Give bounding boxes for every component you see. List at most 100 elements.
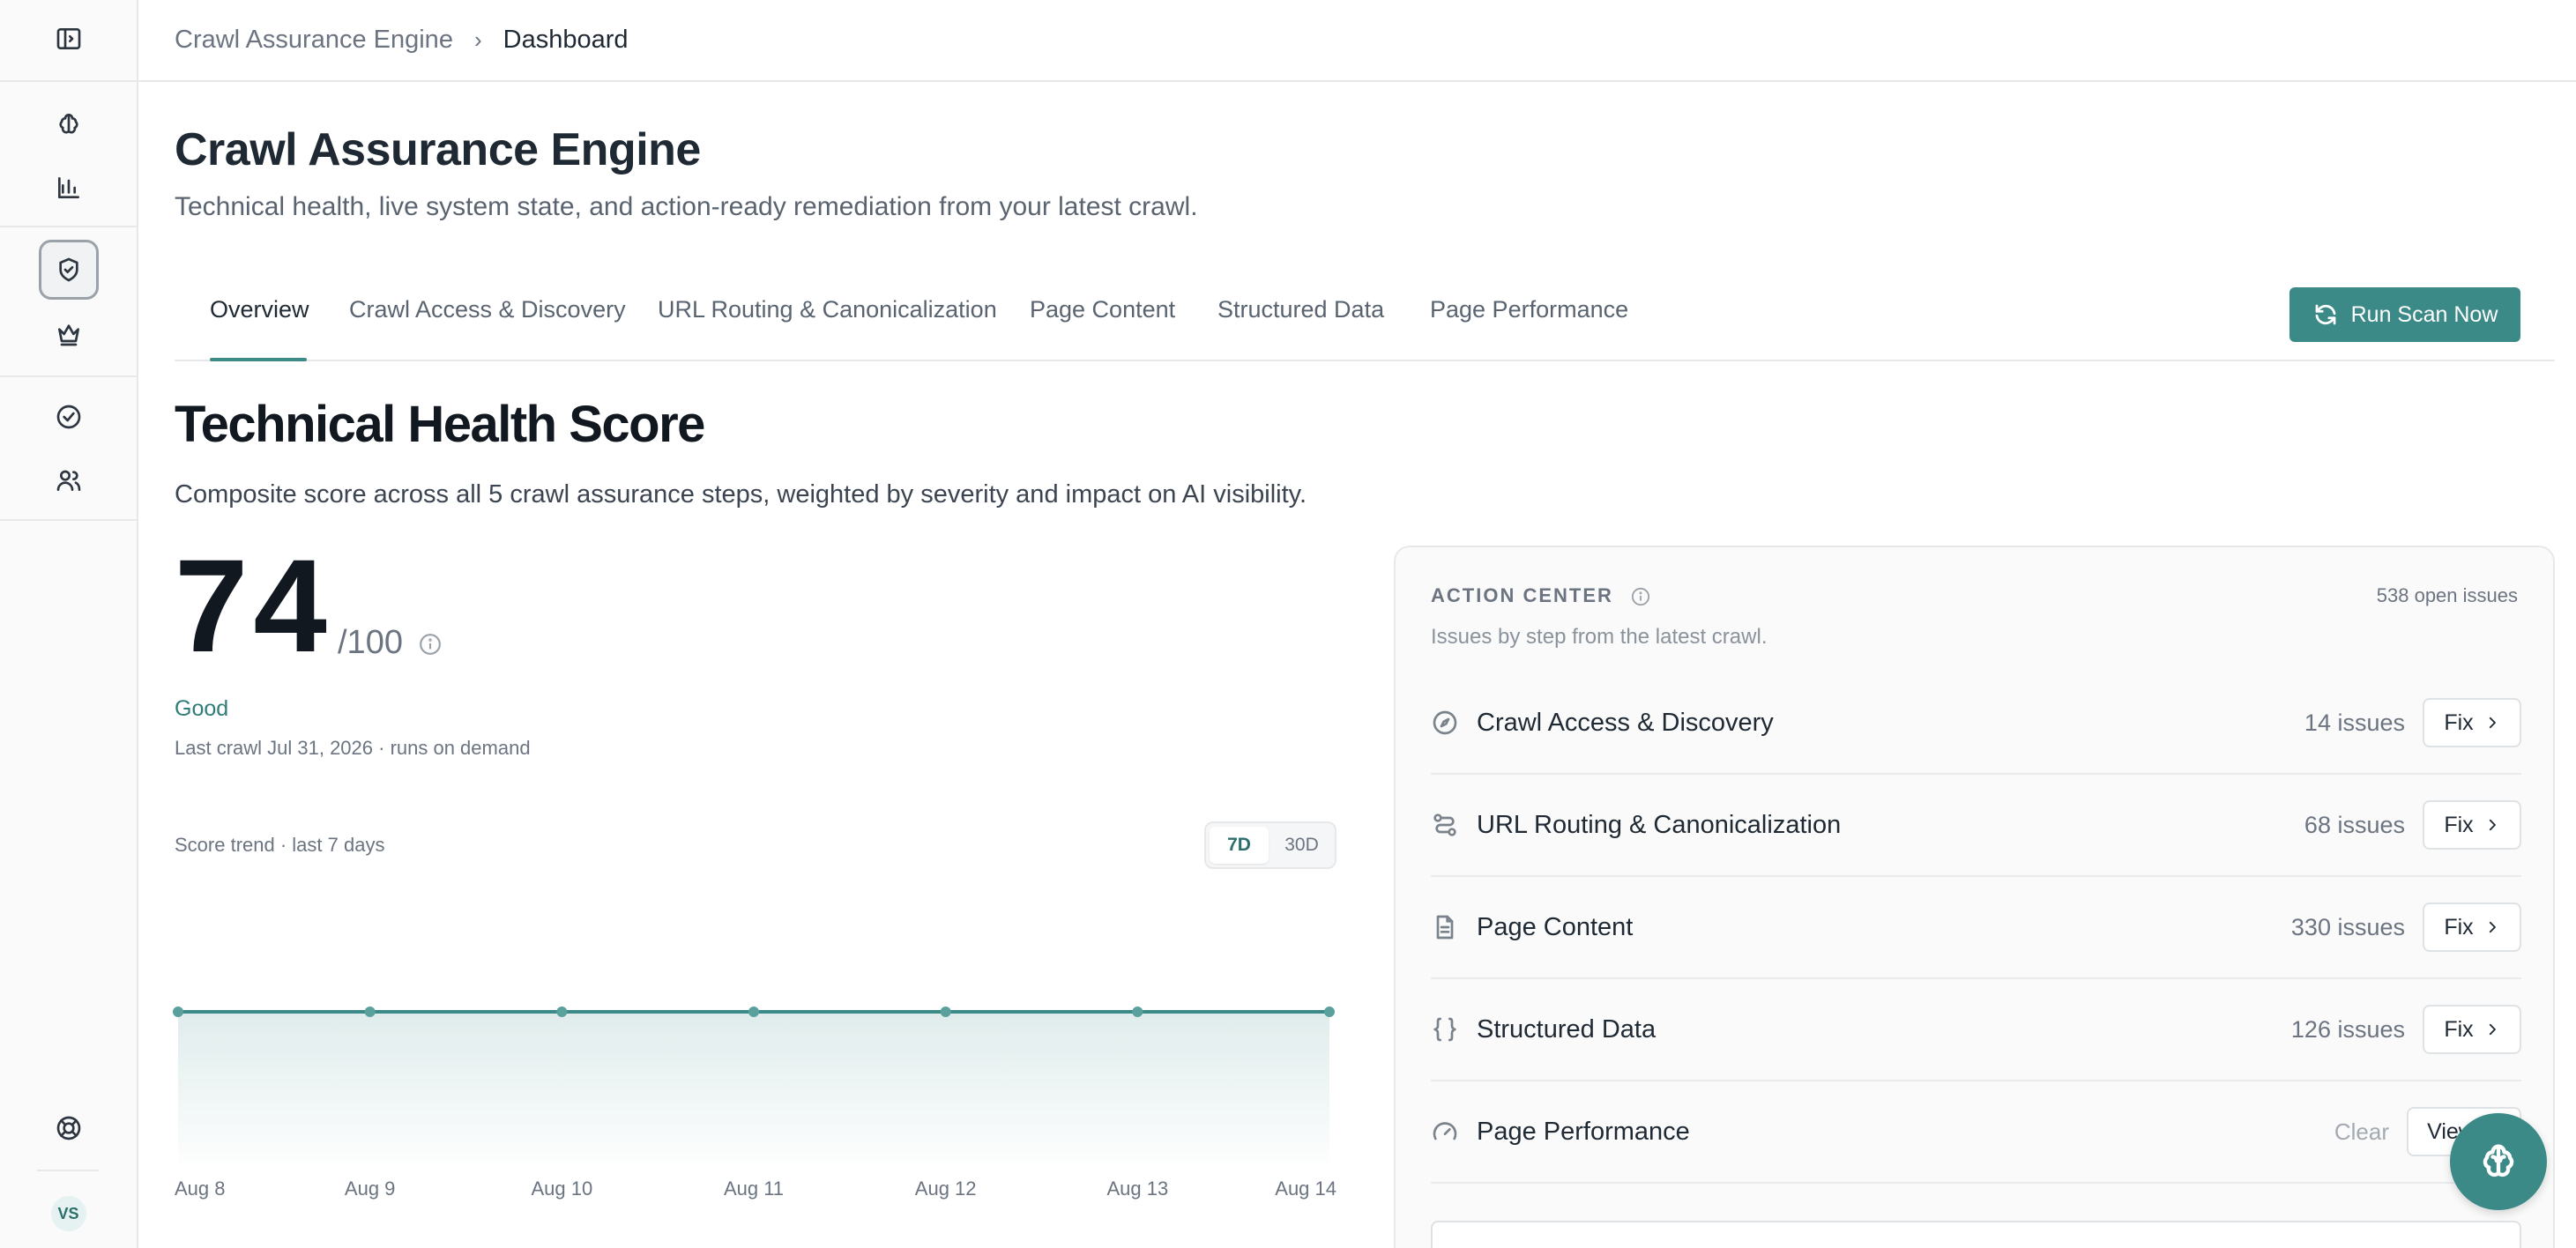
breadcrumb-current: Dashboard xyxy=(503,26,629,54)
last-crawl: Last crawl Jul 31, 2026 · runs on demand xyxy=(175,737,531,759)
page-subtitle: Technical health, live system state, and… xyxy=(175,192,1198,221)
brain-icon xyxy=(2483,1144,2514,1177)
action-row-name: Page Content xyxy=(1477,912,1634,941)
route-icon xyxy=(1431,811,1459,839)
action-row-issues: 68 issues xyxy=(2304,811,2405,838)
fix-button[interactable]: Fix xyxy=(2423,903,2521,952)
lifebuoy-icon[interactable] xyxy=(51,1111,86,1146)
chevron-right-icon xyxy=(2489,717,2496,729)
x-tick-label: Aug 14 xyxy=(1275,1177,1336,1200)
action-row-name: Page Performance xyxy=(1477,1117,1690,1146)
action-row-url-routing: URL Routing & Canonicalization 68 issues… xyxy=(1431,775,2521,877)
fix-label: Fix xyxy=(2444,812,2474,837)
score-trend-chart: Aug 8 Aug 9 Aug 10 Aug 11 Aug 12 Aug 13 Aug 14 xyxy=(168,899,1349,1234)
fix-label: Fix xyxy=(2444,1016,2474,1042)
fix-button[interactable]: Fix xyxy=(2423,800,2521,850)
action-row-issues: 126 issues xyxy=(2290,1015,2405,1043)
assistant-fab[interactable] xyxy=(2450,1113,2547,1210)
sidebar-divider xyxy=(0,519,137,521)
sidebar-toggle-row xyxy=(0,21,137,56)
top-bar: Crawl Assurance Engine › Dashboard xyxy=(138,0,2576,82)
fix-label: Fix xyxy=(2444,914,2474,940)
action-center: ACTION CENTER 538 open issues Issues by … xyxy=(1394,546,2555,1248)
trend-point[interactable] xyxy=(1324,1007,1335,1017)
refresh-icon xyxy=(2315,304,2335,325)
trend-point[interactable] xyxy=(364,1007,376,1017)
braces-icon xyxy=(1431,1015,1459,1044)
action-row-page-content: Page Content 330 issues Fix xyxy=(1431,877,2521,979)
chevron-right-icon xyxy=(2489,921,2496,933)
action-row-status: Clear xyxy=(2334,1118,2389,1145)
page-title: Crawl Assurance Engine xyxy=(175,124,701,175)
breadcrumb-root[interactable]: Crawl Assurance Engine xyxy=(175,26,453,55)
action-row-name: URL Routing & Canonicalization xyxy=(1477,810,1842,839)
action-row-issues: 14 issues xyxy=(2304,709,2405,736)
x-tick-label: Aug 10 xyxy=(531,1177,592,1200)
trend-area xyxy=(178,1012,1329,1163)
action-center-footer-button[interactable] xyxy=(1431,1221,2521,1248)
health-score-max: /100 xyxy=(338,624,403,661)
run-scan-label: Run Scan Now xyxy=(2350,301,2498,327)
open-issues-count: 538 open issues xyxy=(2376,584,2518,606)
tab-page-content[interactable]: Page Content xyxy=(1030,296,1175,323)
action-center-subtitle: Issues by step from the latest crawl. xyxy=(1431,625,1768,649)
action-row-crawl-access: Crawl Access & Discovery 14 issues Fix xyxy=(1431,672,2521,775)
active-tab-indicator xyxy=(210,358,307,361)
tab-overview[interactable]: Overview xyxy=(210,296,309,323)
action-center-title: ACTION CENTER xyxy=(1431,584,1650,607)
gauge-icon xyxy=(1431,1118,1459,1146)
brain-icon[interactable] xyxy=(51,107,86,142)
action-center-title-text: ACTION CENTER xyxy=(1431,584,1613,606)
avatar[interactable]: VS xyxy=(50,1196,86,1231)
x-tick-label: Aug 12 xyxy=(915,1177,977,1200)
run-scan-button[interactable]: Run Scan Now xyxy=(2289,287,2520,342)
sidebar-divider xyxy=(0,226,137,227)
sidebar-divider xyxy=(0,80,137,82)
sidebar-toggle-icon[interactable] xyxy=(51,21,86,56)
health-subtitle: Composite score across all 5 crawl assur… xyxy=(175,480,1307,509)
compass-icon xyxy=(1431,709,1459,737)
action-row-issues: 330 issues xyxy=(2290,913,2405,940)
health-title: Technical Health Score xyxy=(175,396,705,453)
fix-button[interactable]: Fix xyxy=(2423,1005,2521,1054)
range-30d[interactable]: 30D xyxy=(1272,827,1331,864)
crown-icon[interactable] xyxy=(51,316,86,352)
chevron-right-icon xyxy=(2489,819,2496,831)
check-circle-icon[interactable] xyxy=(51,399,86,435)
bar-chart-icon[interactable] xyxy=(51,170,86,205)
chevron-right-icon: › xyxy=(473,26,482,53)
document-icon xyxy=(1431,913,1459,941)
tab-url-routing[interactable]: URL Routing & Canonicalization xyxy=(658,296,997,323)
trend-point[interactable] xyxy=(940,1007,951,1017)
info-icon[interactable] xyxy=(419,633,442,656)
tab-structured-data[interactable]: Structured Data xyxy=(1217,296,1384,323)
info-icon[interactable] xyxy=(1631,587,1650,606)
x-tick-label: Aug 9 xyxy=(345,1177,396,1200)
health-status: Good xyxy=(175,696,229,721)
chevron-right-icon xyxy=(2489,1023,2496,1036)
action-row-structured-data: Structured Data 126 issues Fix xyxy=(1431,979,2521,1081)
shield-check-icon[interactable] xyxy=(38,240,99,300)
range-7d[interactable]: 7D xyxy=(1210,827,1269,864)
health-score: 74 xyxy=(175,531,332,680)
sidebar-divider xyxy=(37,1170,99,1171)
trend-label: Score trend · last 7 days xyxy=(175,834,385,856)
tab-crawl-access[interactable]: Crawl Access & Discovery xyxy=(349,296,626,323)
tab-bar: Overview Crawl Access & Discovery URL Ro… xyxy=(175,282,2555,361)
trend-point[interactable] xyxy=(748,1007,759,1017)
trend-point[interactable] xyxy=(173,1007,183,1017)
x-tick-label: Aug 11 xyxy=(724,1177,784,1200)
action-row-page-performance: Page Performance Clear View xyxy=(1431,1081,2521,1184)
range-toggle: 7D 30D xyxy=(1204,821,1336,869)
sidebar-divider xyxy=(0,375,137,377)
sidebar: VS xyxy=(0,0,138,1248)
action-row-name: Crawl Access & Discovery xyxy=(1477,708,1774,737)
trend-point[interactable] xyxy=(556,1007,568,1017)
tab-page-performance[interactable]: Page Performance xyxy=(1430,296,1628,323)
trend-point[interactable] xyxy=(1132,1007,1143,1017)
action-row-name: Structured Data xyxy=(1477,1014,1657,1044)
users-icon[interactable] xyxy=(51,463,86,498)
x-tick-label: Aug 8 xyxy=(175,1177,226,1200)
fix-label: Fix xyxy=(2444,709,2474,735)
fix-button[interactable]: Fix xyxy=(2423,698,2521,747)
